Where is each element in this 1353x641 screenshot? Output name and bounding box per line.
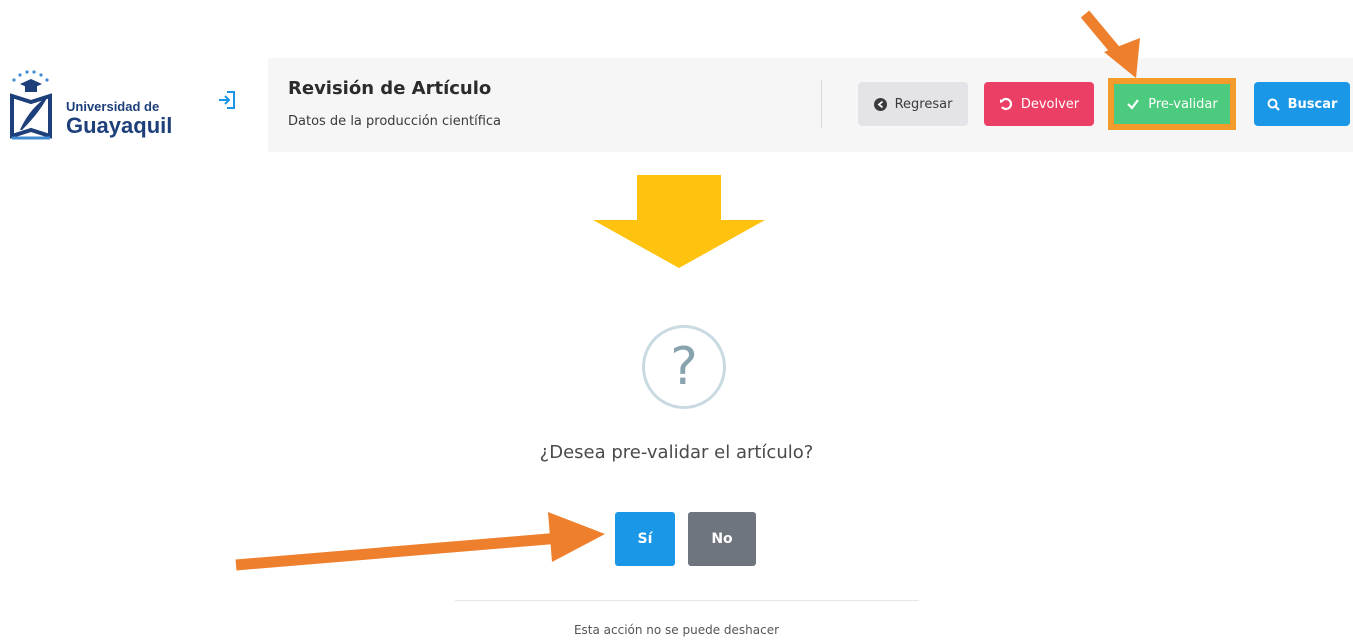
- prevalidar-label: Pre-validar: [1148, 96, 1218, 112]
- page-header: Revisión de Artículo Datos de la producc…: [268, 58, 1353, 152]
- page-subtitle: Datos de la producción científica: [288, 114, 502, 129]
- question-mark: ?: [670, 337, 698, 397]
- buscar-label: Buscar: [1287, 96, 1338, 112]
- university-logo: Universidad de Guayaquil: [6, 66, 176, 156]
- dialog-footer-note: Esta acción no se puede deshacer: [573, 623, 780, 637]
- buscar-button[interactable]: Buscar: [1254, 82, 1350, 126]
- header-divider: [821, 80, 822, 128]
- undo-icon: [999, 97, 1012, 111]
- prevalidar-button[interactable]: Pre-validar: [1114, 84, 1230, 124]
- login-icon[interactable]: [216, 89, 238, 111]
- confirm-no-button[interactable]: No: [688, 512, 756, 566]
- pointer-arrow-bottom-icon: [235, 512, 605, 571]
- question-icon: ?: [642, 325, 726, 409]
- devolver-label: Devolver: [1020, 96, 1080, 112]
- dialog-divider: [455, 600, 919, 601]
- logo-emblem-icon: [10, 70, 52, 140]
- circle-arrow-left-icon: [873, 97, 887, 111]
- confirm-yes-button[interactable]: Sí: [615, 512, 675, 566]
- search-icon: [1267, 98, 1280, 111]
- regresar-button[interactable]: Regresar: [858, 82, 968, 126]
- regresar-label: Regresar: [894, 96, 953, 112]
- dialog-question: ¿Desea pre-validar el artículo?: [539, 442, 814, 463]
- down-arrow-icon: [593, 175, 765, 268]
- logo-line-2: Guayaquil: [66, 113, 173, 138]
- devolver-button[interactable]: Devolver: [984, 82, 1094, 126]
- prevalidar-highlight: Pre-validar: [1108, 78, 1236, 130]
- logo-line-1: Universidad de: [66, 99, 160, 114]
- check-icon: [1127, 99, 1140, 110]
- logo-text: Universidad de Guayaquil: [66, 100, 172, 137]
- page-title: Revisión de Artículo: [288, 78, 492, 99]
- page: Universidad de Guayaquil Revisión de Art…: [0, 0, 1353, 641]
